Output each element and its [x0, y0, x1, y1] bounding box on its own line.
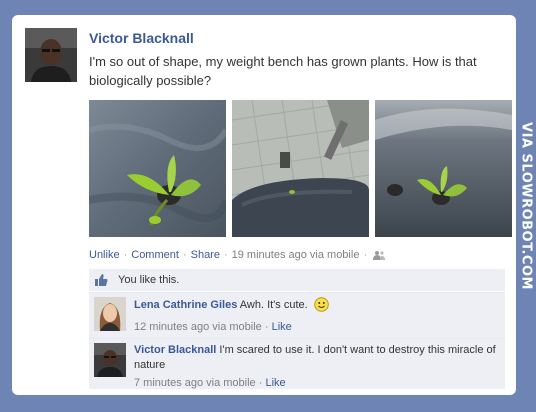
commenter-name[interactable]: Lena Cathrine Giles — [134, 299, 237, 311]
commenter-avatar[interactable] — [94, 297, 126, 331]
smiley-icon — [313, 297, 329, 317]
separator: · — [182, 249, 187, 261]
comment-like-link[interactable]: Like — [272, 321, 292, 333]
comment-text: Awh. It's cute. — [239, 299, 308, 311]
comment-item: Lena Cathrine Giles Awh. It's cute. 12 m… — [89, 292, 505, 338]
comment-like-link[interactable]: Like — [265, 377, 285, 389]
unlike-link[interactable]: Unlike — [89, 249, 120, 261]
thumbs-up-icon — [94, 273, 108, 292]
commenter-name[interactable]: Victor Blacknall — [134, 344, 216, 356]
post-timestamp[interactable]: 19 minutes ago via mobile — [232, 249, 360, 261]
author-name[interactable]: Victor Blacknall — [89, 30, 194, 46]
separator: · — [223, 249, 228, 261]
separator: · — [261, 321, 272, 333]
watermark-text: VIA SLOWROBOT.COM — [518, 122, 534, 290]
post-actions: Unlike · Comment · Share · 19 minutes ago via … — [89, 249, 386, 263]
audience-icon[interactable] — [373, 250, 386, 263]
photo-3[interactable] — [375, 100, 512, 237]
comment-item: Victor Blacknall I'm scared to use it. I… — [89, 338, 505, 389]
comment-timestamp: 12 minutes ago via mobile — [134, 321, 262, 333]
separator: · — [123, 249, 128, 261]
share-link[interactable]: Share — [191, 249, 220, 261]
watermark: VIA SLOWROBOT.COM — [516, 0, 536, 412]
status-text: I'm so out of shape, my weight bench has… — [89, 54, 477, 88]
comment-link[interactable]: Comment — [131, 249, 179, 261]
comment-timestamp: 7 minutes ago via mobile — [134, 377, 256, 389]
photo-1[interactable] — [89, 100, 226, 237]
post-card: Victor Blacknall I'm so out of shape, my… — [12, 15, 516, 395]
photo-2[interactable] — [232, 100, 369, 237]
commenter-avatar[interactable] — [94, 343, 126, 377]
author-avatar[interactable] — [25, 28, 77, 82]
likes-row: You like this. — [89, 269, 505, 291]
separator: · — [255, 377, 266, 389]
likes-text: You like this. — [118, 274, 180, 286]
separator: · — [363, 249, 368, 261]
